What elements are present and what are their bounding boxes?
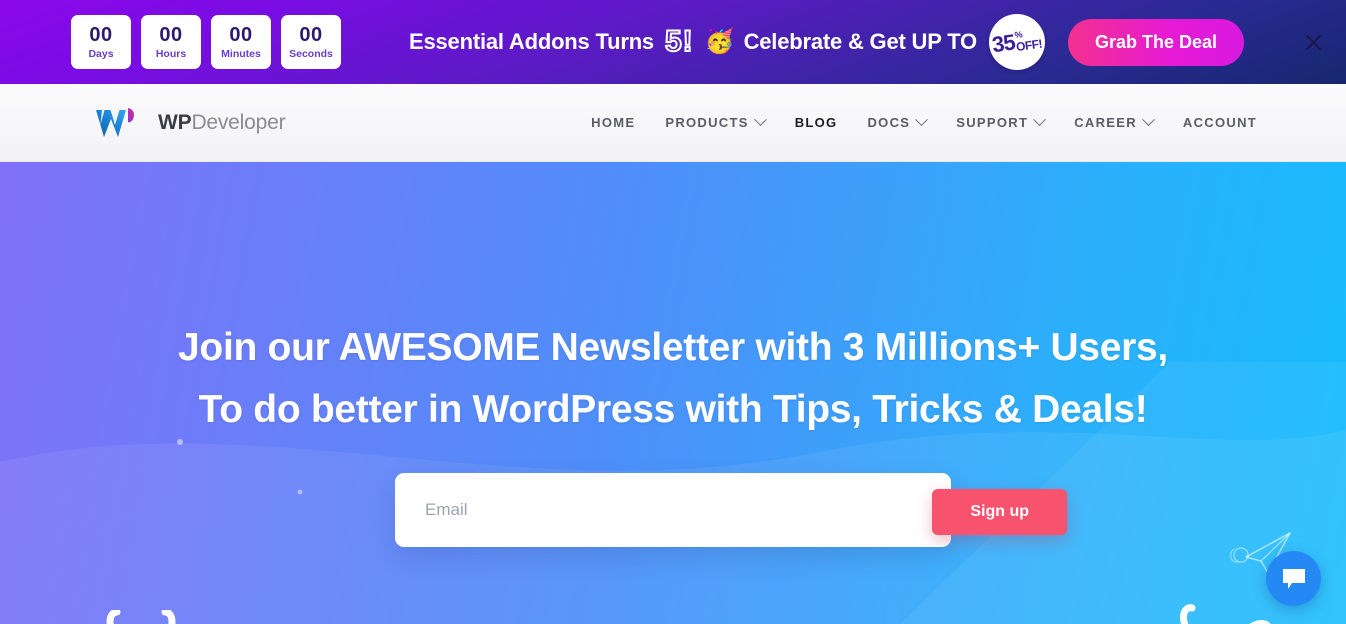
anniversary-five-icon: 5! [664,24,694,59]
countdown-days-value: 00 [89,23,113,46]
party-face-icon: 🥳 [704,28,735,55]
nav-item-career[interactable]: Career [1074,113,1155,130]
countdown-days: 00 Days [71,15,131,69]
nav-item-home-label: Home [591,115,636,130]
promo-headline-part2: Celebrate & Get UP TO [743,29,978,54]
discount-off-text: OFF! [1015,36,1044,55]
close-icon[interactable] [1302,31,1324,53]
countdown-seconds: 00 Seconds [281,15,341,69]
nav-item-account[interactable]: Account [1183,115,1257,130]
nav-item-account-label: Account [1182,115,1257,130]
countdown-days-label: Days [88,47,114,60]
nav-item-products[interactable]: Products [665,113,767,130]
nav-item-support-label: Support [956,115,1029,130]
illustration-person-left [106,610,176,624]
illustration-person-right [1180,604,1271,624]
nav-item-products-label: Products [665,115,749,130]
chevron-down-icon [753,113,767,127]
nav-item-blog-label: Blog [794,115,838,130]
email-input[interactable] [395,472,951,547]
countdown-seconds-label: Seconds [289,47,333,60]
site-logo[interactable]: WPDeveloper [95,106,286,140]
discount-number: 35 [990,29,1017,58]
discount-badge: 35 % OFF! [988,14,1045,70]
chat-widget-button[interactable] [1266,551,1321,606]
nav-item-career-label: Career [1074,115,1137,130]
promo-banner: 00 Days 00 Hours 00 Minutes 00 Seconds E… [0,0,1346,84]
countdown-hours-label: Hours [155,47,187,60]
logo-text-bold: WP [158,110,192,134]
email-input-card [395,472,951,547]
main-navigation: Home Products Blog Docs Support Career A… [591,113,1257,130]
site-header: WPDeveloper Home Products Blog Docs Supp… [0,84,1346,162]
hero-title-line1: Join our AWESOME Newsletter with 3 Milli… [178,326,1168,369]
wpdeveloper-w-logo-icon [96,107,134,137]
hero-title: Join our AWESOME Newsletter with 3 Milli… [0,162,1346,442]
nav-item-support[interactable]: Support [956,113,1047,130]
countdown-seconds-value: 00 [299,23,323,46]
promo-headline-part1: Essential Addons Turns [409,29,654,54]
countdown-hours-value: 00 [159,23,183,46]
logo-text-light: Developer [191,110,286,134]
newsletter-hero: Join our AWESOME Newsletter with 3 Milli… [0,162,1346,624]
chevron-down-icon [915,113,929,127]
nav-item-blog[interactable]: Blog [795,115,838,130]
chevron-down-icon [1033,113,1047,127]
promo-message: Essential Addons Turns 5! 🥳 Celebrate & … [409,14,1045,70]
newsletter-signup-form: Sign up [395,472,1067,547]
close-icon-glyph [1305,34,1321,50]
countdown-minutes: 00 Minutes [211,15,271,69]
logo-text: WPDeveloper [158,110,286,135]
hero-title-line2: To do better in WordPress with Tips, Tri… [198,388,1148,432]
countdown-minutes-value: 00 [229,23,253,46]
chevron-down-icon [1142,113,1155,127]
countdown-timer: 00 Days 00 Hours 00 Minutes 00 Seconds [71,15,341,69]
signup-button[interactable]: Sign up [932,488,1067,535]
countdown-hours: 00 Hours [141,15,201,69]
countdown-minutes-label: Minutes [221,47,261,60]
grab-the-deal-button[interactable]: Grab The Deal [1067,18,1245,66]
nav-item-docs[interactable]: Docs [867,113,929,130]
chat-bubble-icon [1282,568,1305,589]
nav-item-home[interactable]: Home [591,115,635,130]
nav-item-docs-label: Docs [867,115,911,130]
